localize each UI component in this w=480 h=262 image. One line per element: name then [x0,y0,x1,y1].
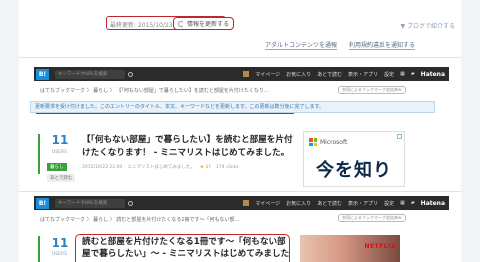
nav-favorites[interactable]: お気に入り [286,200,311,207]
entry-date: 2015/10/23 22:04 [82,164,123,170]
thumbnail-brand: NETFLIX [364,243,396,250]
entry-meta: 2015/10/23 22:04 ミニマリストはじめてみました。 ★ 37 17… [82,164,239,171]
breadcrumb[interactable]: はてなブックマーク 〉 暮らし 〉 読むと部屋を片付けたくなる1冊です～「何もな… [40,216,240,223]
bookmark-count[interactable]: 11 [46,133,74,147]
share-chip[interactable]: 合同によるブックマーク追加済み [338,214,406,222]
blog-share-link[interactable]: ▼ ブログで紹介する [400,21,455,30]
grid-icon[interactable]: ▦ [400,71,405,77]
grid-icon[interactable]: ▦ [400,200,405,206]
refresh-label: 情報を更新する [187,21,230,28]
users-label: USERS [52,252,67,257]
title-highlight-box [75,234,290,262]
category-tag[interactable]: 暮らし [47,163,67,171]
search-input[interactable]: キーワードやURLを検索 [55,198,125,208]
nav-settings[interactable]: 設定 [384,200,394,207]
update-notice: 更新要求を受け付けました。このエントリーのタイトル、本文、キーワードなどを更新し… [30,101,435,113]
notice-underline [36,113,294,115]
avatar[interactable] [243,200,250,206]
chat-icon[interactable]: ▰ [411,200,415,206]
ad-banner[interactable]: Microsoft 今を知り [303,131,405,187]
search-icon[interactable] [128,71,133,77]
hatena-toolbar-second: B! キーワードやURLを検索 マイページ お気に入り あとで読む 表示・アプリ… [34,196,449,210]
refresh-icon [178,20,184,27]
entry-site[interactable]: ミニマリストはじめてみました。 [127,164,195,170]
nav-settings[interactable]: 設定 [384,71,394,78]
report-links: アダルトコンテンツを通報 利用規約違反を通知する [265,40,416,50]
ad-headline: 今を知り [316,160,392,181]
click-count: 174 clicks [216,164,239,170]
ad-info-icon[interactable] [397,134,402,139]
microsoft-brand: Microsoft [309,138,347,146]
nav-favorites[interactable]: お気に入り [286,71,311,78]
avatar[interactable] [243,71,250,77]
nav-read-later[interactable]: あとで読む [317,71,342,78]
nav-mypage[interactable]: マイページ [255,200,280,207]
star-count[interactable]: ★ 37 [200,165,211,170]
nav-mypage[interactable]: マイページ [255,71,280,78]
entry-accent-bar [38,134,40,174]
entry-thumbnail[interactable]: NETFLIX [300,235,400,262]
screenshot-page: 最終更新: 2015/10/23 22:04 情報を更新する ▼ ブログで紹介す… [0,0,480,262]
bookmark-count[interactable]: 11 [46,236,74,250]
nav-read-later[interactable]: あとで読む [317,200,342,207]
hatena-toolbar: B! キーワードやURLを検索 マイページ お気に入り あとで読む 表示・アプリ… [34,67,449,81]
hatena-brand[interactable]: Hatena [421,200,445,207]
breadcrumb[interactable]: はてなブックマーク 〉 暮らし 〉 【「何もない部屋」で暮らしたい】を読むと部屋… [40,87,269,94]
microsoft-logo-icon [309,138,317,146]
users-label: USERS [52,150,67,155]
divider [19,191,461,192]
report-adult-link[interactable]: アダルトコンテンツを通報 [265,40,338,50]
entry-accent-bar [38,236,40,262]
search-input[interactable]: キーワードやURLを検索 [55,69,125,79]
hatena-logo[interactable]: B! [36,197,49,209]
nav-display[interactable]: 表示・アプリ [348,200,378,207]
entry-title[interactable]: 【「何もない部屋」で暮らしたい】を読むと部屋を片付けたくなります！ - ミニマリ… [82,134,297,160]
divider [19,57,461,58]
chat-icon[interactable]: ▰ [411,71,415,77]
search-icon[interactable] [128,200,133,206]
refresh-button[interactable]: 情報を更新する [173,17,235,30]
share-chip[interactable]: 合同によるブックマーク追加済み [338,86,406,94]
ad-brand-text: Microsoft [320,138,348,146]
read-later-tag[interactable]: あとで読む [47,174,76,182]
hatena-logo[interactable]: B! [36,68,49,80]
report-violation-link[interactable]: 利用規約違反を通知する [349,40,416,50]
nav-display[interactable]: 表示・アプリ [348,71,378,78]
hatena-brand[interactable]: Hatena [421,71,445,78]
